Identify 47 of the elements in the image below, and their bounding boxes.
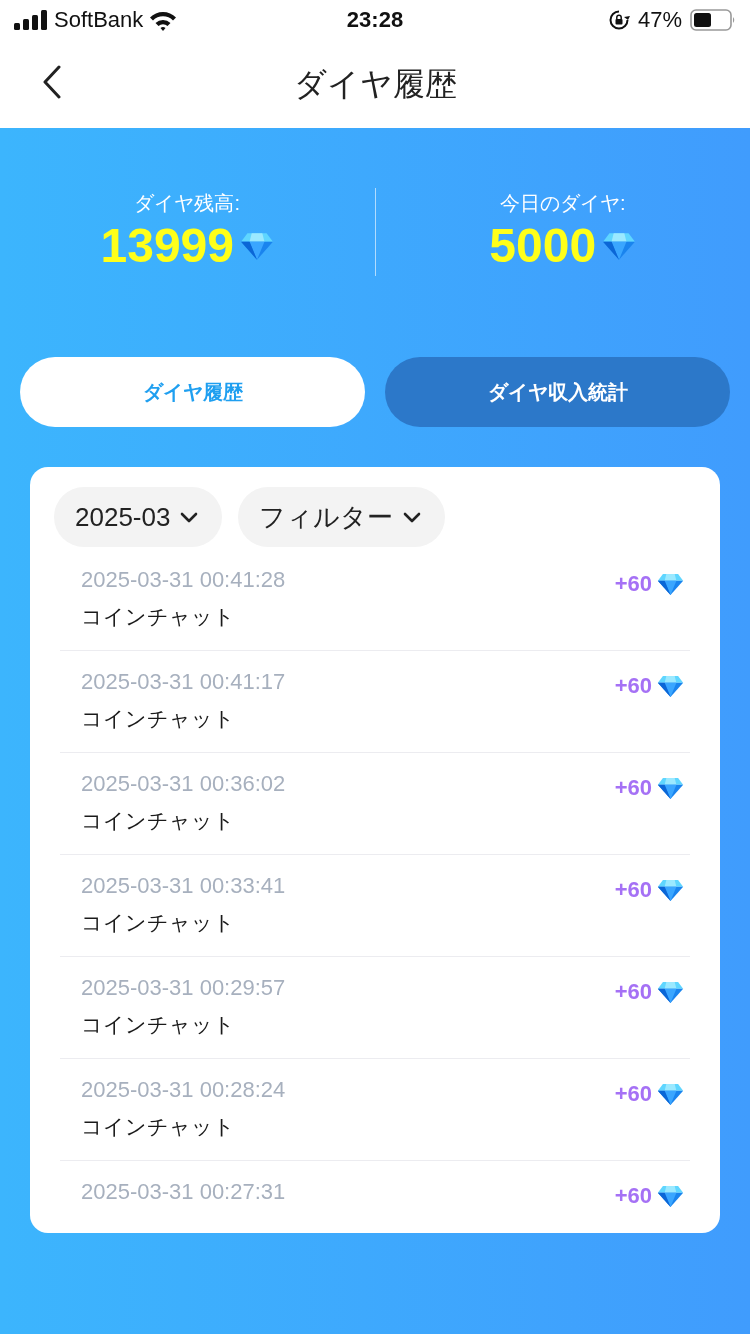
filter-dropdown[interactable]: フィルター xyxy=(238,487,446,547)
record-label: コインチャット xyxy=(81,1114,236,1140)
status-time: 23:28 xyxy=(346,9,404,31)
record-amount: +60 xyxy=(614,879,652,901)
record-time: 2025-03-31 00:29:57 xyxy=(81,974,286,1002)
record-amount: +60 xyxy=(614,675,652,697)
record-amount: +60 xyxy=(614,573,652,595)
record-amount: +60 xyxy=(614,1185,652,1207)
stat-value: 13999 xyxy=(100,220,234,272)
record-label: コインチャット xyxy=(81,1012,236,1038)
filter-dropdown[interactable]: 2025-03 xyxy=(54,487,223,547)
stat-label: 今日のダイヤ: xyxy=(499,191,626,216)
record-time: 2025-03-31 00:33:41 xyxy=(81,872,286,900)
diamond-icon xyxy=(657,572,684,596)
record-amount: +60 xyxy=(614,981,652,1003)
record-amount: +60 xyxy=(614,1083,652,1105)
record-label: コインチャット xyxy=(81,604,236,630)
tab[interactable]: ダイヤ収入統計 xyxy=(385,357,730,427)
chevron-down-icon xyxy=(180,511,199,523)
battery-icon xyxy=(690,9,736,31)
record-time: 2025-03-31 00:27:31 xyxy=(81,1178,286,1206)
diamond-icon xyxy=(657,980,684,1004)
record-time: 2025-03-31 00:28:24 xyxy=(81,1076,286,1104)
chevron-down-icon xyxy=(403,511,422,523)
record-time: 2025-03-31 00:41:17 xyxy=(81,668,286,696)
diamond-icon xyxy=(657,776,684,800)
record-label: コインチャット xyxy=(81,706,236,732)
record-time: 2025-03-31 00:36:02 xyxy=(81,770,286,798)
page-title: ダイヤ履歴 xyxy=(293,68,457,100)
stat-value: 5000 xyxy=(489,220,597,272)
record-label: コインチャット xyxy=(81,910,236,936)
stat-label: ダイヤ残高: xyxy=(134,191,241,216)
diamond-icon xyxy=(240,231,274,261)
diamond-icon xyxy=(657,878,684,902)
signal-icon xyxy=(14,10,48,30)
carrier-name: SoftBank xyxy=(54,9,144,31)
wifi-icon xyxy=(149,9,178,31)
rotation-lock-icon xyxy=(607,9,630,31)
record-amount: +60 xyxy=(614,777,652,799)
record-label: コインチャット xyxy=(81,808,236,834)
back-icon xyxy=(42,65,62,99)
diamond-icon xyxy=(657,1082,684,1106)
diamond-icon xyxy=(657,1184,684,1208)
diamond-icon xyxy=(657,674,684,698)
diamond-icon xyxy=(602,231,637,261)
record-time: 2025-03-31 00:41:28 xyxy=(81,566,286,594)
battery-percent: 47% xyxy=(637,9,682,31)
